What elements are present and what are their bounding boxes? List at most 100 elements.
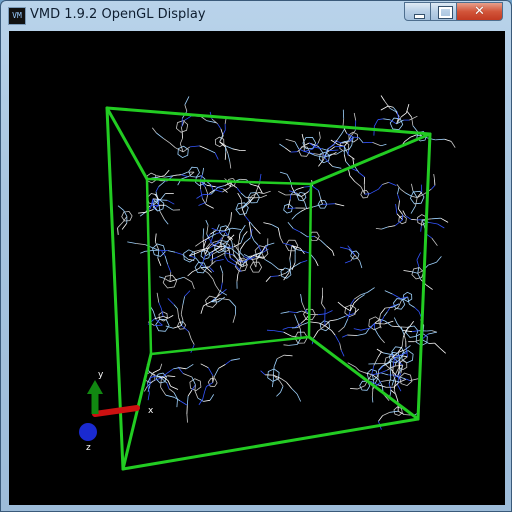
molecule-bond [276, 392, 281, 397]
molecule-bond [225, 359, 232, 365]
molecule-bond [403, 334, 407, 342]
minimize-button[interactable] [404, 2, 431, 21]
molecule-bond [279, 143, 286, 149]
molecule-bond [196, 194, 203, 199]
molecule-bond [203, 301, 212, 307]
molecule-bond [163, 277, 171, 282]
molecule-bond [222, 129, 226, 135]
molecule-bond [227, 153, 231, 162]
molecule-bond [377, 351, 382, 358]
molecule-bond [190, 339, 195, 345]
molecule-bond [398, 200, 400, 210]
molecule-bond [264, 258, 272, 264]
opengl-display-canvas[interactable]: x y z [9, 31, 505, 505]
molecule-bond [337, 301, 344, 307]
molecule-bond [214, 368, 219, 377]
molecule-bond [315, 260, 319, 267]
molecule-fragment [158, 250, 195, 290]
molecule-bond [416, 252, 421, 261]
molecule-bond [216, 224, 220, 231]
molecule-bond [284, 354, 293, 357]
molecule-bond [140, 250, 146, 254]
molecule-bond [154, 233, 157, 242]
molecule-bond [397, 193, 400, 201]
molecule-bond [381, 379, 391, 382]
molecule-bond [185, 363, 194, 370]
title-bar[interactable]: VM VMD 1.9.2 OpenGL Display ✕ [1, 1, 511, 31]
molecule-bond [318, 322, 326, 327]
maximize-button[interactable] [430, 2, 457, 21]
molecule-bond [343, 154, 347, 162]
molecule-bond [180, 126, 183, 132]
molecule-bond [250, 229, 252, 235]
molecule-bond [184, 104, 188, 112]
molecule-bond [173, 367, 180, 370]
molecule-fragment [347, 362, 402, 403]
molecule-bond [420, 226, 422, 232]
molecule-scene[interactable]: x y z [9, 31, 505, 505]
molecule-bond [380, 95, 385, 102]
molecule-bond [203, 399, 211, 402]
x-axis-arrow [92, 405, 140, 417]
molecule-bond [250, 234, 255, 241]
molecule-bond [395, 203, 398, 214]
molecule-fragment [235, 190, 271, 235]
molecule-bond [415, 197, 418, 206]
molecule-bond [202, 228, 205, 238]
molecule-bond [313, 203, 323, 208]
molecule-bond [370, 323, 375, 329]
molecule-fragment [177, 366, 215, 423]
molecule-bond [312, 186, 319, 191]
molecule-bond [420, 184, 423, 193]
molecule-bond [180, 314, 184, 321]
molecule-bond [360, 292, 368, 295]
molecule-bond [121, 223, 128, 230]
molecule-fragment [375, 187, 407, 230]
molecule-bond [155, 186, 160, 192]
molecule-bond [263, 190, 271, 194]
molecule-bond [404, 136, 411, 142]
maximize-icon [438, 6, 453, 19]
molecule-bond [428, 222, 438, 225]
molecule-bond [202, 391, 206, 400]
molecule-bond [200, 189, 203, 199]
molecule-bond [123, 210, 128, 217]
molecule-bond [342, 334, 348, 338]
molecule-bond [173, 304, 178, 309]
molecule-bond [211, 118, 218, 125]
molecule-bond [358, 172, 365, 178]
box-edge [145, 177, 153, 356]
molecule-bond [205, 219, 209, 226]
molecule-bond [317, 313, 326, 316]
vmd-app-icon[interactable]: VM [8, 7, 26, 25]
molecule-bond [332, 166, 342, 169]
molecule-bond [358, 137, 364, 143]
molecule-bond [376, 348, 384, 354]
molecule-bond [391, 377, 395, 386]
molecule-bond [313, 330, 319, 339]
molecule-bond [166, 383, 170, 389]
molecule-bond [280, 386, 284, 393]
molecule-bond [324, 325, 332, 332]
minimize-icon [414, 14, 425, 19]
molecule-bond [203, 240, 207, 248]
molecule-bond [216, 252, 226, 258]
molecule-bond [431, 217, 441, 220]
molecule-bond [156, 132, 164, 139]
molecule-bond [202, 193, 212, 196]
molecule-bond [284, 147, 292, 153]
molecule-bond [273, 330, 284, 333]
molecule-bond [336, 315, 346, 320]
molecule-bond [144, 386, 148, 392]
molecule-bond [433, 174, 435, 180]
molecule-bond [329, 319, 338, 322]
molecule-bond [285, 138, 296, 143]
molecule-bond [397, 384, 402, 392]
molecule-bond [214, 189, 223, 193]
molecule-bond [314, 146, 323, 150]
molecule-bond [294, 314, 299, 323]
close-button[interactable]: ✕ [456, 2, 503, 21]
molecule-bond [184, 290, 191, 297]
molecule-bond [186, 395, 189, 406]
molecule-bond [409, 321, 415, 327]
